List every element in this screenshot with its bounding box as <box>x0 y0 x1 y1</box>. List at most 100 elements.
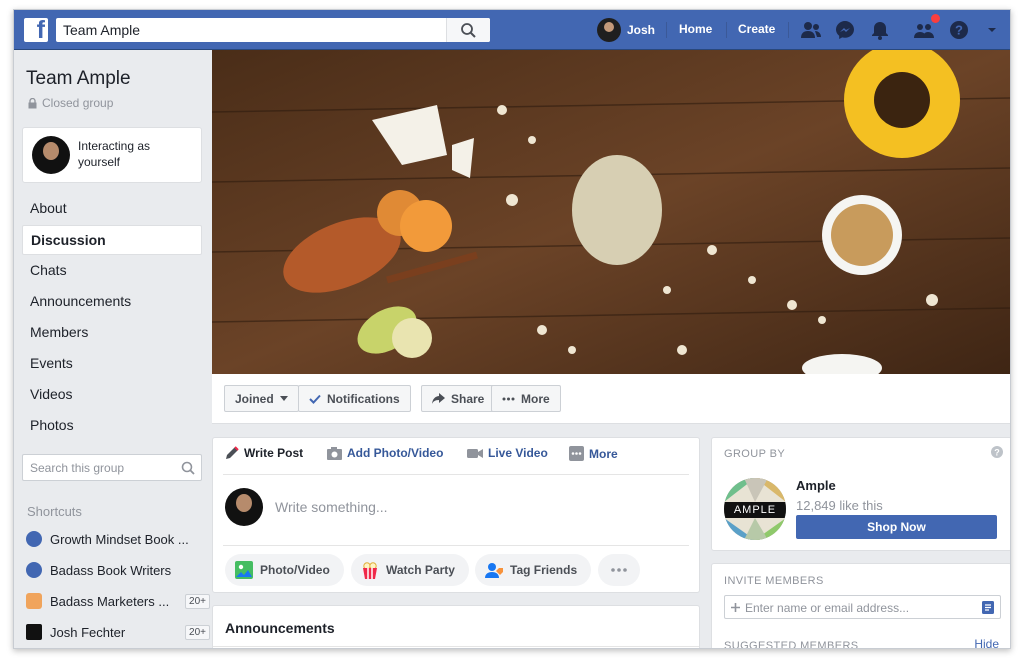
rock-hand-icon <box>26 593 42 609</box>
shortcuts-heading: Shortcuts <box>27 504 82 519</box>
profile-link[interactable]: Josh <box>597 18 655 42</box>
divider <box>726 22 727 38</box>
group-sidebar: Team Ample Closed group Interacting as y… <box>14 50 212 648</box>
joined-label: Joined <box>235 391 274 406</box>
contact-list-icon[interactable] <box>982 601 994 614</box>
joined-button[interactable]: Joined <box>224 385 299 412</box>
post-text-input[interactable]: Write something... <box>275 499 388 515</box>
notifications-button[interactable]: Notifications <box>298 385 411 412</box>
more-button[interactable]: More <box>491 385 561 412</box>
video-camera-icon <box>467 448 483 458</box>
divider <box>788 22 789 38</box>
sidebar-item-about[interactable]: About <box>22 193 202 223</box>
search-input[interactable]: Team Ample <box>63 22 140 38</box>
sidebar-item-members[interactable]: Members <box>22 317 202 347</box>
search-icon <box>461 23 476 38</box>
hide-suggestions-link[interactable]: Hide <box>974 637 999 648</box>
announcements-title: Announcements <box>225 620 335 636</box>
messenger-icon[interactable] <box>834 19 856 41</box>
divider <box>223 474 689 475</box>
cover-image <box>212 50 1010 374</box>
create-link[interactable]: Create <box>738 22 775 36</box>
shortcut-item[interactable]: Badass Marketers ... 20+ <box>26 591 210 611</box>
invite-member-input[interactable]: Enter name or email address... <box>724 595 1001 619</box>
avatar <box>597 18 621 42</box>
search-icon[interactable] <box>181 461 195 475</box>
shortcut-item[interactable]: Josh Fechter 20+ <box>26 622 210 642</box>
search-bar[interactable]: Team Ample <box>56 18 490 42</box>
shortcut-label: Badass Marketers ... <box>50 593 170 609</box>
photo-icon <box>235 561 253 579</box>
watch-party-button[interactable]: Watch Party <box>351 554 469 586</box>
top-navigation-bar: f Team Ample Josh Home Create ? <box>14 10 1010 50</box>
group-by-heading: GROUP BY <box>724 448 786 460</box>
shortcut-label: Growth Mindset Book ... <box>50 531 189 547</box>
pill-label: Photo/Video <box>260 563 330 577</box>
shop-now-button[interactable]: Shop Now <box>796 515 997 539</box>
more-actions-button[interactable] <box>598 554 640 586</box>
facebook-logo-icon[interactable]: f <box>24 16 48 44</box>
chevron-down-icon[interactable] <box>986 19 998 41</box>
pill-label: Tag Friends <box>510 563 578 577</box>
tag-friends-button[interactable]: Tag Friends <box>475 554 592 586</box>
home-link[interactable]: Home <box>679 22 712 36</box>
lock-icon <box>28 97 37 108</box>
svg-text:?: ? <box>994 448 1000 458</box>
sidebar-item-videos[interactable]: Videos <box>22 379 202 409</box>
divider <box>223 545 689 546</box>
shortcut-item[interactable]: Growth Mindset Book ... <box>26 529 210 549</box>
ample-page-logo[interactable]: AMPLE <box>724 478 786 540</box>
page-like-count: 12,849 like this <box>796 498 883 513</box>
browser-frame: f Team Ample Josh Home Create ? Team Amp… <box>13 9 1011 649</box>
more-label: More <box>521 391 550 406</box>
notification-badge <box>931 14 940 23</box>
sidebar-item-announcements[interactable]: Announcements <box>22 286 202 316</box>
page-name-link[interactable]: Ample <box>796 478 836 493</box>
help-icon[interactable]: ? <box>991 446 1003 458</box>
chevron-down-icon <box>279 396 288 401</box>
tab-live-video[interactable]: Live Video <box>467 446 548 460</box>
search-button[interactable] <box>446 18 490 42</box>
cover-photo[interactable] <box>212 50 1010 374</box>
tag-friends-icon <box>485 563 503 578</box>
tab-label: Write Post <box>244 446 304 460</box>
share-button[interactable]: Share <box>421 385 496 412</box>
pencil-icon <box>226 446 239 459</box>
shortcut-item[interactable]: Badass Book Writers <box>26 560 210 580</box>
sidebar-item-discussion[interactable]: Discussion <box>22 225 202 255</box>
tab-more[interactable]: More <box>569 446 618 461</box>
search-placeholder: Search this group <box>30 461 125 475</box>
tab-write-post[interactable]: Write Post <box>225 446 303 460</box>
notifications-bell-icon[interactable] <box>869 19 891 41</box>
sidebar-item-events[interactable]: Events <box>22 348 202 378</box>
unread-count: 20+ <box>185 624 210 640</box>
tab-label: More <box>589 446 618 461</box>
group-privacy-label: Closed group <box>42 96 114 110</box>
divider <box>666 22 667 38</box>
avatar <box>32 136 70 174</box>
sidebar-item-photos[interactable]: Photos <box>22 410 202 440</box>
friend-requests-icon[interactable] <box>800 19 822 41</box>
unread-count: 20+ <box>185 593 210 609</box>
announcements-card: Announcements <box>212 605 700 648</box>
invite-placeholder: Enter name or email address... <box>745 601 910 615</box>
group-search-input[interactable]: Search this group <box>22 454 202 481</box>
notifications-label: Notifications <box>327 391 400 406</box>
share-arrow-icon <box>432 393 445 404</box>
acting-as-selector[interactable]: Interacting as yourself <box>22 127 202 183</box>
logo-text: AMPLE <box>724 502 786 518</box>
group-icon <box>26 562 42 578</box>
ellipsis-icon <box>611 568 627 572</box>
pill-label: Watch Party <box>386 563 455 577</box>
group-privacy: Closed group <box>28 96 113 110</box>
tab-add-photo-video[interactable]: Add Photo/Video <box>327 446 443 460</box>
shortcut-label: Josh Fechter <box>50 624 126 640</box>
group-action-bar: Joined Notifications Share More <box>212 374 1010 424</box>
group-members-icon[interactable] <box>913 19 935 41</box>
more-grid-icon <box>569 446 584 461</box>
group-title[interactable]: Team Ample <box>26 68 131 90</box>
sidebar-item-chats[interactable]: Chats <box>22 255 202 285</box>
post-composer: Write Post Add Photo/Video Live Video Mo… <box>212 437 700 593</box>
photo-video-button[interactable]: Photo/Video <box>225 554 344 586</box>
help-icon[interactable]: ? <box>948 19 970 41</box>
